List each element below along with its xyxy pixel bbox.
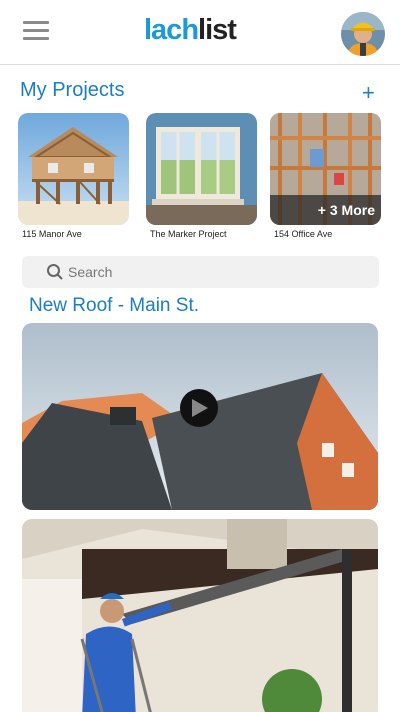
hamburger-icon[interactable] bbox=[23, 21, 49, 41]
project-card[interactable]: 115 Manor Ave bbox=[18, 113, 129, 239]
header-divider bbox=[0, 64, 400, 65]
top-bar: lachlist bbox=[0, 0, 400, 64]
project-caption: 154 Office Ave bbox=[274, 229, 333, 239]
play-icon[interactable] bbox=[180, 389, 218, 427]
project-thumbnail bbox=[18, 113, 129, 225]
project-thumbnail: + 3 More bbox=[270, 113, 381, 225]
project-card[interactable]: + 3 More 154 Office Ave bbox=[270, 113, 381, 239]
project-card[interactable]: The Marker Project bbox=[146, 113, 257, 239]
project-caption: 115 Manor Ave bbox=[22, 229, 82, 239]
project-thumbnail bbox=[146, 113, 257, 225]
search-bar[interactable]: Search bbox=[22, 256, 379, 288]
avatar[interactable] bbox=[341, 12, 385, 56]
search-icon bbox=[47, 264, 63, 280]
plus-icon[interactable]: + bbox=[362, 82, 375, 104]
project-caption: The Marker Project bbox=[150, 229, 227, 239]
section-title: My Projects bbox=[20, 79, 125, 101]
app-logo: lachlist bbox=[144, 14, 237, 46]
feed-title: New Roof - Main St. bbox=[29, 295, 199, 316]
video-card[interactable] bbox=[22, 323, 378, 510]
more-projects-badge[interactable]: + 3 More bbox=[270, 195, 381, 225]
photo-card[interactable] bbox=[22, 519, 378, 712]
search-placeholder: Search bbox=[68, 264, 113, 280]
